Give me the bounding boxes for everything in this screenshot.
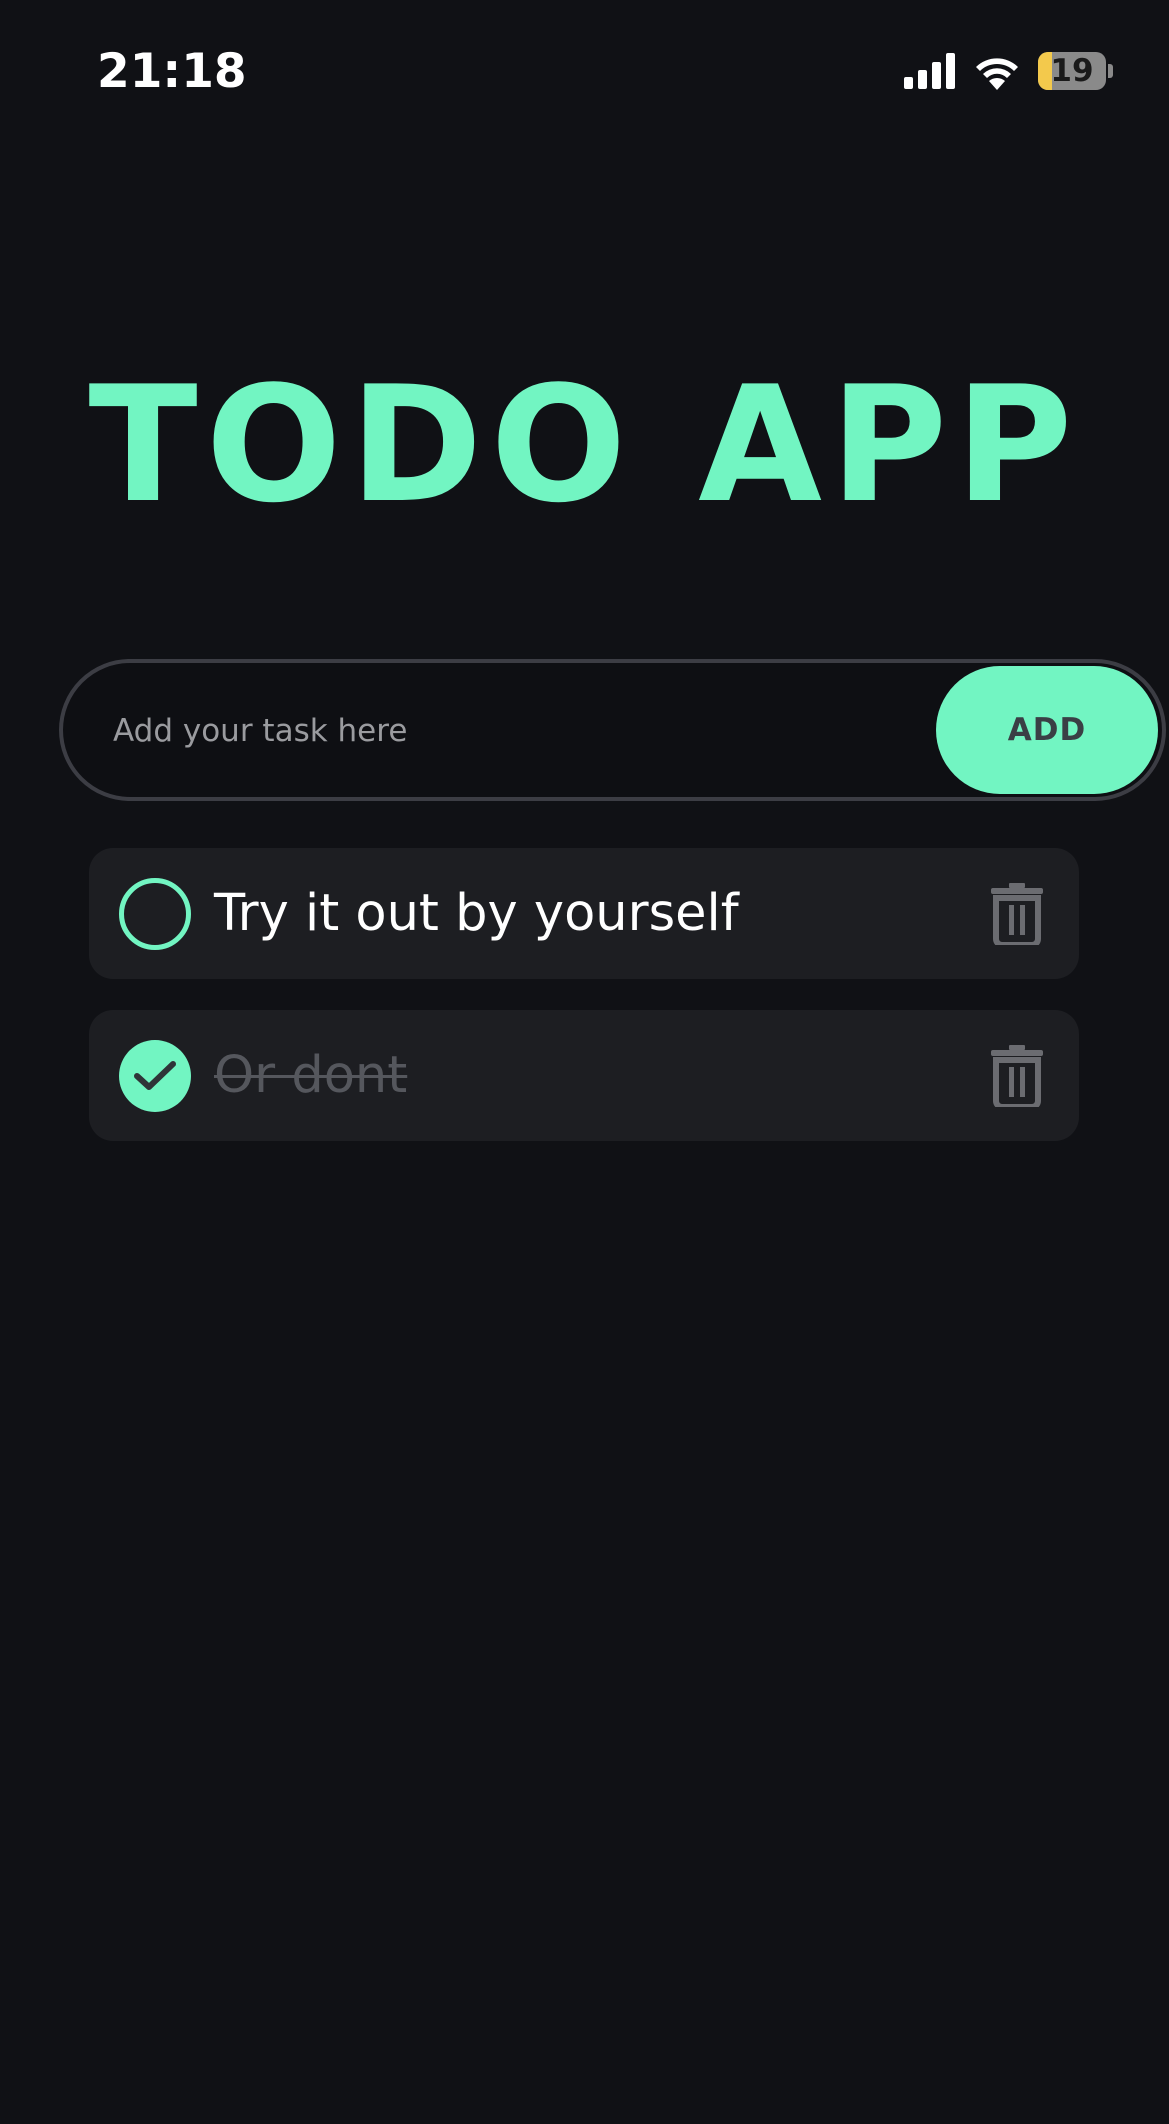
- task-item: Or dont: [89, 1010, 1079, 1141]
- status-time: 21:18: [97, 44, 247, 99]
- task-text: Or dont: [214, 1046, 408, 1105]
- task-checkbox[interactable]: [119, 878, 191, 950]
- add-button[interactable]: ADD: [936, 666, 1158, 794]
- delete-task-button[interactable]: [991, 883, 1043, 948]
- task-item: Try it out by yourself: [89, 848, 1079, 979]
- wifi-icon: [976, 58, 1018, 90]
- checkmark-icon: [134, 1061, 176, 1090]
- trash-icon: [991, 883, 1043, 948]
- delete-task-button[interactable]: [991, 1045, 1043, 1110]
- task-input-bar: ADD: [59, 659, 1166, 801]
- task-text: Try it out by yourself: [214, 884, 739, 943]
- battery-percent: 19: [1050, 53, 1094, 89]
- cellular-signal-icon: [904, 53, 955, 89]
- task-checkbox[interactable]: [119, 1040, 191, 1112]
- page-title: TODO APP: [88, 351, 1081, 538]
- status-icons: 19: [904, 52, 1113, 90]
- todo-app-screen: 21:18 19 TODO APP ADD Try it out by your…: [0, 0, 1169, 2124]
- trash-icon: [991, 1045, 1043, 1110]
- battery-icon: 19: [1038, 52, 1106, 90]
- task-input[interactable]: [111, 663, 915, 799]
- battery-nub: [1108, 64, 1113, 78]
